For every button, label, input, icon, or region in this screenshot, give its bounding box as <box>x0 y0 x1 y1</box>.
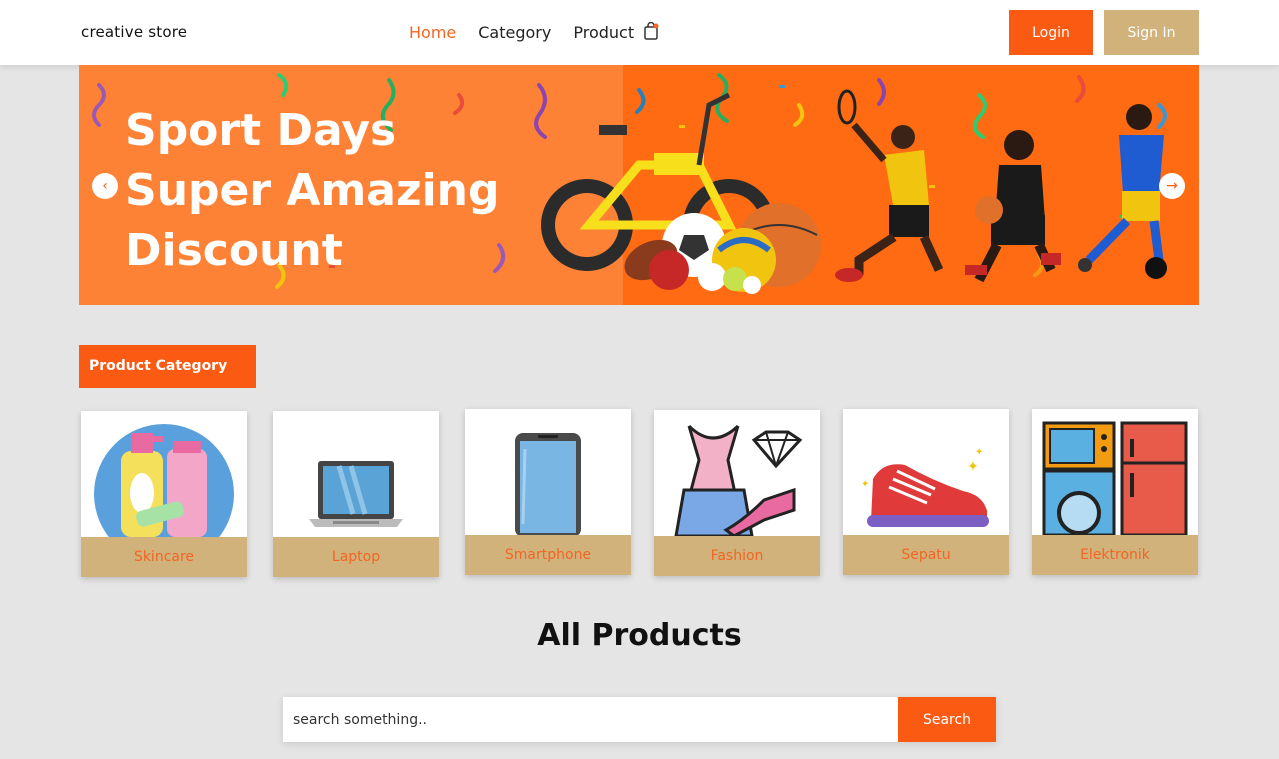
svg-text:✦: ✦ <box>861 479 869 490</box>
brand-logo[interactable]: creative store <box>81 23 187 41</box>
appliance-icon <box>1042 421 1188 535</box>
login-button[interactable]: Login <box>1009 10 1093 55</box>
nav-links: Home Category Product <box>409 22 659 42</box>
sign-in-button[interactable]: Sign In <box>1104 10 1199 55</box>
laptop-icon <box>309 461 403 527</box>
nav-link-product[interactable]: Product <box>573 22 659 42</box>
banner-headline: Sport Days Super Amazing Discount <box>125 101 499 281</box>
banner-title-line-2: Super Amazing <box>125 165 500 216</box>
nav-link-home[interactable]: Home <box>409 23 456 42</box>
navbar: creative store Home Category Product Log… <box>0 0 1279 65</box>
shoe-icon: ✦ ✦ ✦ <box>861 447 989 527</box>
category-label-sepatu: Sepatu <box>843 535 1009 575</box>
shopping-bag-icon[interactable] <box>643 22 659 40</box>
category-card-sepatu[interactable]: ✦ ✦ ✦ Sepatu <box>843 409 1009 575</box>
all-products-heading: All Products <box>537 618 742 653</box>
search-bar: Search <box>283 697 996 742</box>
category-card-laptop[interactable]: Laptop <box>273 411 439 577</box>
product-category-heading: Product Category <box>79 345 256 388</box>
chevron-left-icon[interactable]: ‹ <box>92 173 118 199</box>
banner-title-line-1: Sport Days <box>125 105 397 156</box>
category-card-smartphone[interactable]: Smartphone <box>465 409 631 575</box>
category-label-smartphone: Smartphone <box>465 535 631 575</box>
search-button[interactable]: Search <box>898 697 996 742</box>
category-label-skincare: Skincare <box>81 537 247 577</box>
smartphone-icon <box>515 433 581 535</box>
hero-banner: Sport Days Super Amazing Discount ‹ → <box>79 65 1199 305</box>
category-card-elektronik[interactable]: Elektronik <box>1032 409 1198 575</box>
nav-link-product-label: Product <box>573 23 635 42</box>
category-label-fashion: Fashion <box>654 536 820 576</box>
category-label-elektronik: Elektronik <box>1032 535 1198 575</box>
svg-text:✦: ✦ <box>967 459 979 475</box>
arrow-right-icon[interactable]: → <box>1159 173 1185 199</box>
skincare-icon <box>94 424 234 537</box>
nav-link-category[interactable]: Category <box>478 23 551 42</box>
fashion-icon <box>674 424 803 536</box>
search-input[interactable] <box>283 697 898 742</box>
category-card-fashion[interactable]: Fashion <box>654 410 820 576</box>
svg-text:✦: ✦ <box>975 447 983 458</box>
banner-title-line-3: Discount <box>125 225 343 276</box>
category-card-skincare[interactable]: Skincare <box>81 411 247 577</box>
category-label-laptop: Laptop <box>273 537 439 577</box>
